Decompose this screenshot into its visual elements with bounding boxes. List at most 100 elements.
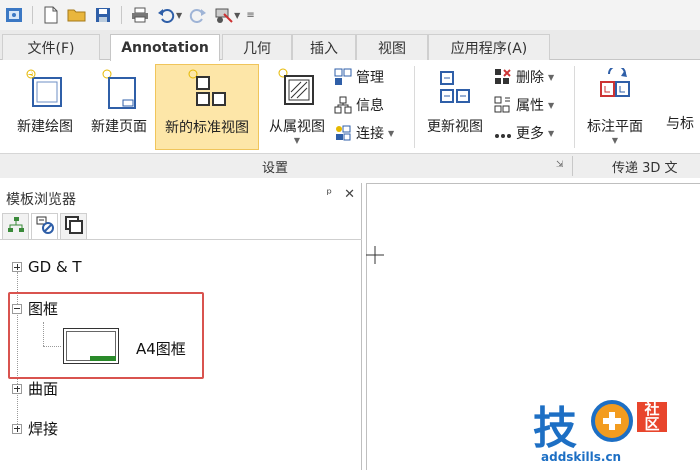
with-label-button[interactable]: 与标	[666, 112, 694, 134]
properties-button[interactable]: 属性 ▼	[494, 94, 554, 116]
ribbon-separator	[574, 66, 575, 148]
annotation-plane-label: 标注平面	[587, 119, 643, 135]
dependent-view-label: 从属视图	[269, 119, 325, 135]
connect-icon	[334, 124, 352, 142]
panel-tools: ᵖ ✕	[327, 187, 355, 202]
new-standard-view-label: 新的标准视图	[165, 120, 249, 136]
connect-label: 连接	[356, 126, 384, 142]
quick-access-toolbar: ▼ ▼ ≡	[0, 0, 700, 30]
annotation-plane-dropdown-icon: ▼	[611, 136, 619, 145]
app-menu-icon[interactable]	[4, 5, 24, 25]
update-view-label: 更新视图	[427, 119, 483, 135]
new-drawing-icon	[25, 68, 65, 110]
pin-icon[interactable]: ᵖ	[327, 187, 333, 202]
highlight-annotation	[8, 292, 204, 379]
print-icon[interactable]	[130, 5, 150, 25]
tree-item-surface[interactable]: 曲面	[12, 378, 58, 399]
delete-label: 删除	[516, 70, 544, 86]
tree-item-label: 焊接	[28, 420, 59, 438]
crosshair-cursor-icon	[366, 246, 384, 264]
dependent-view-icon	[277, 68, 317, 110]
panel-title: 模板浏览器	[6, 192, 76, 208]
panel-tabs	[2, 213, 87, 239]
delete-icon	[494, 68, 512, 86]
annotation-plane-button[interactable]: 标注平面 ▼	[578, 64, 652, 150]
template-icon	[36, 216, 54, 238]
tab-file[interactable]: 文件(F)	[2, 34, 100, 60]
close-icon[interactable]: ✕	[344, 187, 355, 202]
watermark-badge: 社 区	[637, 402, 667, 432]
site-watermark: 技 社 区 addskills.cn	[533, 392, 700, 470]
tab-apps[interactable]: 应用程序(A)	[428, 34, 550, 60]
new-standard-view-icon	[187, 69, 227, 111]
info-button[interactable]: 信息	[334, 94, 384, 116]
connect-dropdown-icon: ▼	[388, 128, 395, 138]
expand-icon[interactable]	[12, 423, 22, 434]
manage-label: 管理	[356, 70, 384, 86]
annotation-plane-icon	[595, 65, 635, 110]
customize-toolbar-icon[interactable]: ≡	[246, 10, 254, 21]
new-file-icon[interactable]	[41, 5, 61, 25]
ribbon-separator	[414, 66, 415, 148]
new-page-icon	[99, 68, 139, 110]
ribbon: 新建绘图 新建页面 新的标准视图 从属视图 ▼ 管理 信息 连接 ▼ 更新视图 …	[0, 60, 700, 178]
more-icon	[494, 124, 512, 142]
undo-dropdown-icon[interactable]: ▼	[176, 11, 182, 20]
toolbar-separator	[32, 6, 33, 24]
update-view-icon	[435, 68, 475, 110]
tab-geometry[interactable]: 几何	[222, 34, 292, 60]
new-page-label: 新建页面	[91, 119, 147, 135]
tree-item-gdt[interactable]: GD & T	[12, 258, 82, 276]
tools-icon[interactable]	[214, 5, 234, 25]
delete-button[interactable]: 删除 ▼	[494, 66, 554, 88]
dependent-view-dropdown-icon: ▼	[293, 136, 301, 145]
with-label-label: 与标	[666, 116, 694, 132]
properties-icon	[494, 96, 512, 114]
more-button[interactable]: 更多 ▼	[494, 122, 554, 144]
panel-tab-divider	[0, 239, 362, 240]
tab-view[interactable]: 视图	[356, 34, 428, 60]
ribbon-tabs: 文件(F) Annotation 几何 插入 视图 应用程序(A)	[0, 30, 700, 61]
tree-item-label: GD & T	[28, 258, 82, 276]
watermark-plus-icon	[591, 400, 633, 442]
save-icon[interactable]	[93, 5, 113, 25]
group-settings-label: 设置	[262, 161, 289, 176]
structure-tree-icon	[7, 216, 25, 238]
tree-item-welding[interactable]: 焊接	[12, 418, 58, 439]
watermark-char: 技	[533, 403, 577, 454]
dialog-launcher-icon[interactable]: ⇲	[556, 160, 566, 170]
tab-structure[interactable]	[2, 213, 29, 239]
new-drawing-label: 新建绘图	[17, 119, 73, 135]
tab-insert[interactable]: 插入	[292, 34, 356, 60]
redo-icon[interactable]	[188, 5, 208, 25]
more-dropdown-icon: ▼	[548, 128, 555, 138]
update-view-button[interactable]: 更新视图	[420, 64, 490, 150]
connect-button[interactable]: 连接 ▼	[334, 122, 394, 144]
undo-icon[interactable]	[156, 5, 176, 25]
new-standard-view-button[interactable]: 新的标准视图	[155, 64, 259, 150]
more-label: 更多	[516, 126, 544, 142]
expand-icon[interactable]	[12, 262, 22, 272]
manage-icon	[334, 68, 352, 86]
dependent-view-button[interactable]: 从属视图 ▼	[262, 64, 332, 150]
new-drawing-button[interactable]: 新建绘图	[8, 64, 82, 150]
properties-label: 属性	[516, 98, 544, 114]
manage-button[interactable]: 管理	[334, 66, 384, 88]
watermark-url: addskills.cn	[541, 450, 622, 464]
tools-dropdown-icon[interactable]: ▼	[234, 11, 240, 20]
info-label: 信息	[356, 98, 384, 114]
open-folder-icon[interactable]	[67, 5, 87, 25]
delete-dropdown-icon: ▼	[548, 72, 555, 82]
tab-annotation[interactable]: Annotation	[110, 34, 220, 61]
tree-item-label: 曲面	[28, 380, 59, 398]
new-page-button[interactable]: 新建页面	[84, 64, 154, 150]
group-separator	[572, 156, 573, 176]
info-icon	[334, 96, 352, 114]
group-transfer-label: 传递 3D 文	[612, 161, 678, 176]
expand-icon[interactable]	[12, 383, 22, 394]
ribbon-group-bar: 设置 ⇲ 传递 3D 文	[0, 153, 700, 178]
pages-icon	[64, 215, 83, 238]
properties-dropdown-icon: ▼	[548, 100, 555, 110]
tab-pages[interactable]	[60, 213, 87, 239]
tab-templates[interactable]	[31, 213, 58, 239]
